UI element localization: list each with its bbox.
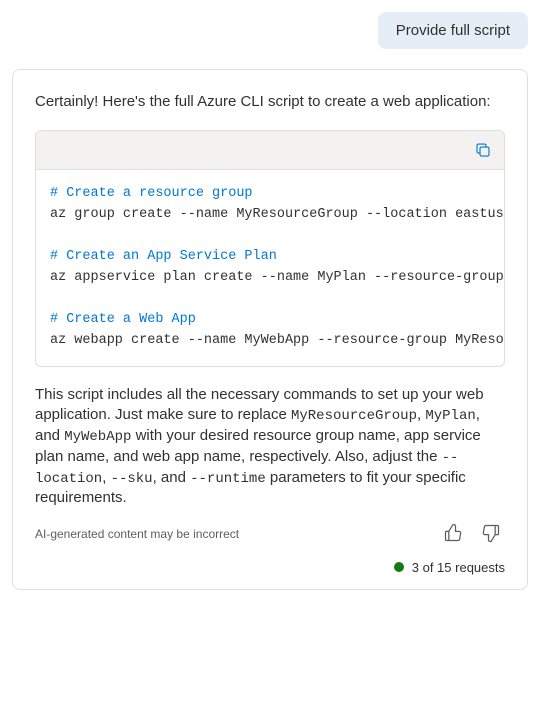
inline-code: --runtime [190, 471, 266, 487]
thumbs-down-button[interactable] [477, 519, 505, 550]
inline-code: --sku [111, 471, 153, 487]
code-block-header [36, 131, 504, 170]
response-outro: This script includes all the necessary c… [35, 385, 505, 509]
inline-code: MyWebApp [64, 429, 131, 445]
thumbs-up-button[interactable] [439, 519, 467, 550]
card-footer: AI-generated content may be incorrect [35, 519, 505, 550]
thumbs-up-icon [443, 523, 463, 543]
feedback-group [439, 519, 505, 550]
user-message-text: Provide full script [396, 22, 510, 39]
copy-button[interactable] [472, 139, 494, 161]
status-row: 3 of 15 requests [35, 560, 505, 575]
response-intro: Certainly! Here's the full Azure CLI scr… [35, 92, 505, 112]
inline-code: MyPlan [425, 408, 475, 424]
inline-code: MyResourceGroup [291, 408, 417, 424]
status-dot-icon [394, 562, 404, 572]
outro-text-span: , [102, 469, 110, 486]
user-message-bubble: Provide full script [378, 12, 528, 49]
copy-icon [474, 141, 492, 159]
code-line: az group create --name MyResourceGroup -… [50, 207, 504, 222]
user-message-row: Provide full script [12, 12, 528, 49]
code-line: az appservice plan create --name MyPlan … [50, 270, 504, 285]
code-comment: # Create a Web App [50, 312, 196, 327]
request-count: 3 of 15 requests [412, 560, 505, 575]
code-comment: # Create a resource group [50, 186, 253, 201]
outro-text-span: , and [153, 469, 191, 486]
code-content: # Create a resource group az group creat… [36, 170, 504, 365]
ai-disclaimer: AI-generated content may be incorrect [35, 527, 239, 541]
response-card: Certainly! Here's the full Azure CLI scr… [12, 69, 528, 590]
code-block: # Create a resource group az group creat… [35, 130, 505, 366]
code-line: az webapp create --name MyWebApp --resou… [50, 333, 504, 348]
thumbs-down-icon [481, 523, 501, 543]
code-comment: # Create an App Service Plan [50, 249, 277, 264]
